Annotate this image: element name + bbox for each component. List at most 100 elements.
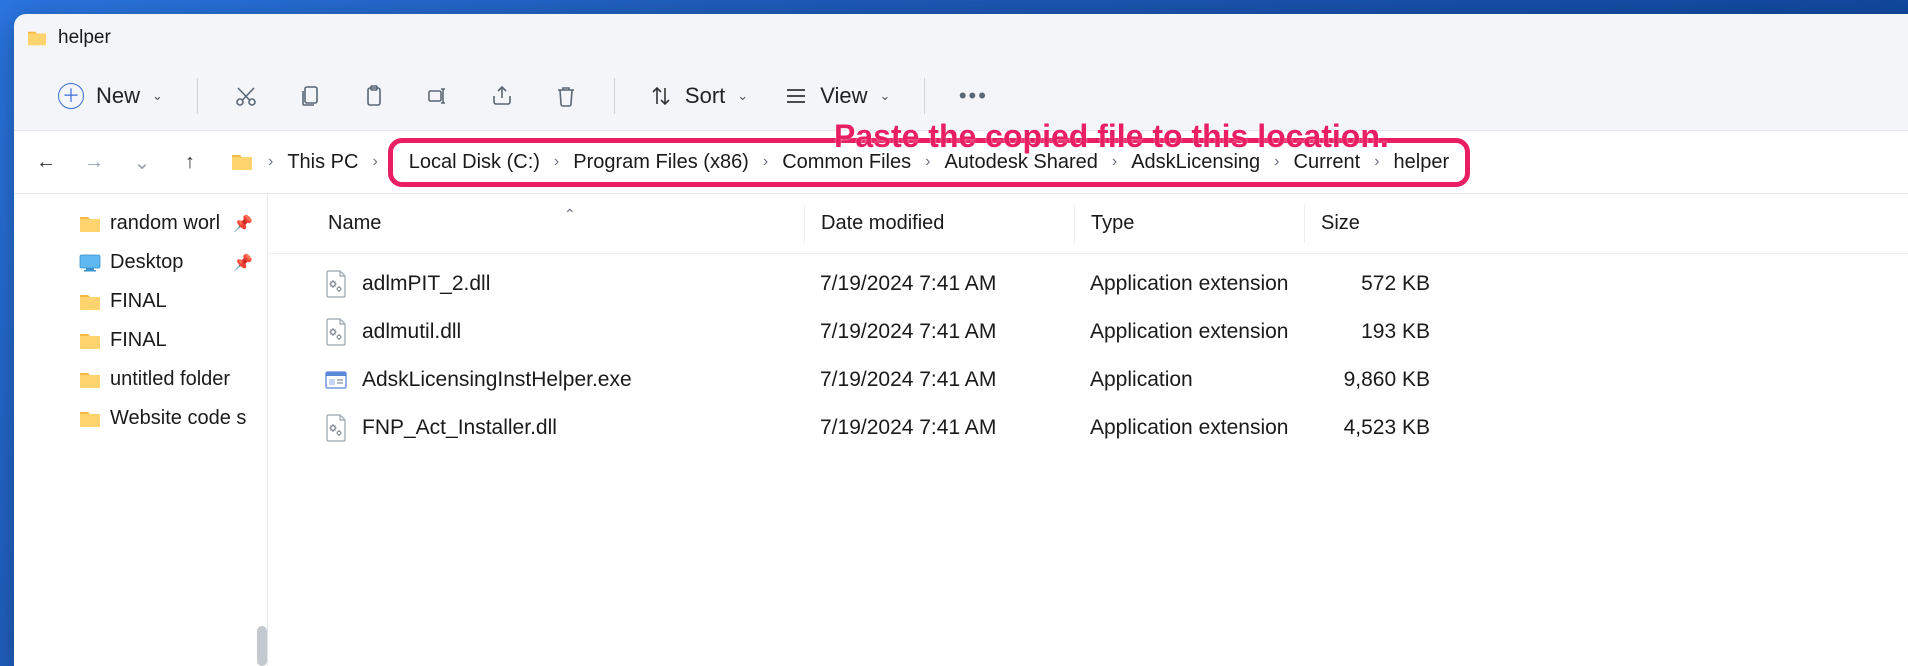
- sidebar-item[interactable]: Website code s: [14, 399, 267, 438]
- chevron-right-icon: ›: [923, 153, 932, 171]
- share-icon: [490, 84, 514, 108]
- chevron-right-icon: ›: [266, 153, 275, 171]
- folder-icon: [26, 29, 48, 47]
- chevron-down-icon: ⌄: [134, 150, 151, 175]
- file-type: Application extension: [1074, 320, 1304, 344]
- arrow-right-icon: →: [84, 151, 104, 174]
- folder-icon: [78, 292, 102, 312]
- toolbar: ＋ New ⌄: [14, 62, 1908, 130]
- more-button[interactable]: •••: [945, 72, 1001, 120]
- breadcrumb-item[interactable]: Local Disk (C:): [403, 147, 546, 178]
- copy-icon: [298, 84, 322, 108]
- dll-icon: [324, 318, 348, 346]
- dll-icon: [324, 270, 348, 298]
- clipboard-icon: [362, 84, 386, 108]
- back-button[interactable]: ←: [24, 140, 68, 184]
- sidebar-item-label: random worl: [110, 212, 220, 235]
- file-type: Application extension: [1074, 272, 1304, 296]
- chevron-right-icon: ›: [1110, 153, 1119, 171]
- desktop-icon: [78, 253, 102, 273]
- chevron-right-icon: ›: [1272, 153, 1281, 171]
- breadcrumb-item[interactable]: helper: [1388, 147, 1456, 178]
- sidebar-item[interactable]: untitled folder: [14, 360, 267, 399]
- file-modified: 7/19/2024 7:41 AM: [804, 368, 1074, 392]
- file-size: 572 KB: [1304, 272, 1444, 296]
- column-headers: Name ⌃ Date modified Type Size: [268, 194, 1908, 254]
- sidebar-item[interactable]: FINAL: [14, 282, 267, 321]
- file-name: FNP_Act_Installer.dll: [362, 416, 557, 440]
- file-name: AdskLicensingInstHelper.exe: [362, 368, 632, 392]
- trash-icon: [554, 84, 578, 108]
- folder-icon: [78, 370, 102, 390]
- sort-button[interactable]: Sort ⌄: [635, 77, 762, 115]
- column-size[interactable]: Size: [1304, 204, 1444, 243]
- file-name: adlmutil.dll: [362, 320, 461, 344]
- column-type[interactable]: Type: [1074, 204, 1304, 243]
- chevron-down-icon: ⌄: [879, 88, 890, 104]
- forward-button[interactable]: →: [72, 140, 116, 184]
- share-button[interactable]: [474, 72, 530, 120]
- annotation-text: Paste the copied file to this location.: [834, 118, 1389, 155]
- sidebar-item-desktop[interactable]: Desktop 📌: [14, 243, 267, 282]
- separator: [197, 78, 198, 114]
- pin-icon: 📌: [233, 214, 253, 234]
- view-button[interactable]: View ⌄: [770, 77, 904, 115]
- exe-icon: [324, 366, 348, 394]
- plus-icon: ＋: [58, 83, 84, 109]
- file-size: 9,860 KB: [1304, 368, 1444, 392]
- new-label: New: [96, 83, 140, 109]
- breadcrumb-root[interactable]: This PC: [281, 147, 364, 178]
- column-modified[interactable]: Date modified: [804, 204, 1074, 243]
- sidebar-item[interactable]: random worl 📌: [14, 204, 267, 243]
- file-type: Application: [1074, 368, 1304, 392]
- breadcrumb-item[interactable]: Program Files (x86): [567, 147, 755, 178]
- separator: [924, 78, 925, 114]
- recent-button[interactable]: ⌄: [120, 140, 164, 184]
- view-label: View: [820, 83, 867, 109]
- folder-icon: [230, 152, 254, 172]
- file-row[interactable]: adlmPIT_2.dll 7/19/2024 7:41 AM Applicat…: [268, 260, 1908, 308]
- paste-button[interactable]: [346, 72, 402, 120]
- file-row[interactable]: adlmutil.dll 7/19/2024 7:41 AM Applicati…: [268, 308, 1908, 356]
- chevron-right-icon: ›: [552, 153, 561, 171]
- delete-button[interactable]: [538, 72, 594, 120]
- chevron-down-icon: ⌄: [152, 88, 163, 104]
- chevron-right-icon: ›: [370, 153, 379, 171]
- sort-icon: [649, 84, 673, 108]
- chevron-right-icon: ›: [1372, 153, 1381, 171]
- sidebar-item[interactable]: FINAL: [14, 321, 267, 360]
- file-modified: 7/19/2024 7:41 AM: [804, 416, 1074, 440]
- dll-icon: [324, 414, 348, 442]
- sort-label: Sort: [685, 83, 725, 109]
- sidebar-item-label: Desktop: [110, 251, 183, 274]
- body: random worl 📌 Desktop 📌 FINAL FINAL unti…: [14, 194, 1908, 666]
- sidebar-item-label: FINAL: [110, 329, 167, 352]
- chevron-down-icon: ⌄: [737, 88, 748, 104]
- scrollbar-thumb[interactable]: [257, 626, 267, 666]
- pin-icon: 📌: [233, 253, 253, 273]
- new-button[interactable]: ＋ New ⌄: [44, 77, 177, 115]
- up-button[interactable]: ↑: [168, 140, 212, 184]
- sidebar-item-label: Website code s: [110, 407, 246, 430]
- sidebar-item-label: FINAL: [110, 290, 167, 313]
- file-modified: 7/19/2024 7:41 AM: [804, 272, 1074, 296]
- cut-button[interactable]: [218, 72, 274, 120]
- file-row[interactable]: AdskLicensingInstHelper.exe 7/19/2024 7:…: [268, 356, 1908, 404]
- sidebar-item-label: untitled folder: [110, 368, 230, 391]
- file-size: 193 KB: [1304, 320, 1444, 344]
- file-rows: adlmPIT_2.dll 7/19/2024 7:41 AM Applicat…: [268, 254, 1908, 458]
- rename-icon: [426, 84, 450, 108]
- folder-icon: [78, 214, 102, 234]
- file-modified: 7/19/2024 7:41 AM: [804, 320, 1074, 344]
- copy-button[interactable]: [282, 72, 338, 120]
- sort-caret-icon: ⌃: [564, 206, 576, 223]
- folder-icon: [78, 331, 102, 351]
- arrow-up-icon: ↑: [185, 151, 195, 174]
- file-pane: Name ⌃ Date modified Type Size adlmPIT_2…: [268, 194, 1908, 666]
- file-name: adlmPIT_2.dll: [362, 272, 490, 296]
- column-name[interactable]: Name ⌃: [324, 204, 804, 243]
- view-icon: [784, 84, 808, 108]
- file-row[interactable]: FNP_Act_Installer.dll 7/19/2024 7:41 AM …: [268, 404, 1908, 452]
- chevron-right-icon: ›: [761, 153, 770, 171]
- rename-button[interactable]: [410, 72, 466, 120]
